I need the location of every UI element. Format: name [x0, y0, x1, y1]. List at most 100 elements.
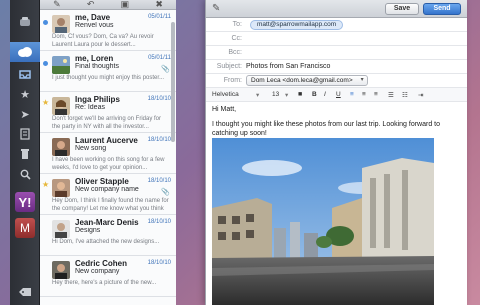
chevron-down-icon: ▾	[360, 77, 364, 83]
avatar	[52, 15, 70, 33]
account-cloud-icon[interactable]	[10, 42, 40, 62]
yahoo-account-icon[interactable]: Y!	[15, 192, 35, 212]
align-right-icon[interactable]: ≡	[374, 91, 378, 98]
to-row: To: matt@sparrowmailapp.com	[206, 18, 467, 32]
message-preview: Hi Dom, I've attached the new designs...	[52, 239, 160, 245]
drafts-icon[interactable]	[10, 124, 40, 144]
font-select[interactable]: Helvetica	[212, 91, 239, 98]
numbered-list-icon[interactable]: ☷	[402, 91, 408, 99]
starred-icon[interactable]: ★	[10, 84, 40, 104]
sender-name: Oliver Stapple	[75, 177, 129, 186]
compose-toolbar: ✎ Save Send	[206, 0, 467, 18]
mail-account-icon[interactable]: M	[15, 218, 35, 238]
subject-field[interactable]: Photos from San Francisco	[246, 63, 330, 70]
search-icon[interactable]	[10, 164, 40, 184]
message-subject: New song	[75, 145, 107, 152]
message-body[interactable]: Hi Matt, I thought you might like these …	[206, 99, 468, 305]
attached-photo	[212, 138, 434, 305]
recipient-token[interactable]: matt@sparrowmailapp.com	[250, 20, 344, 30]
message-preview: Dom, Cf vous? Dom, Ca va? Au revoir Laur…	[52, 34, 154, 48]
list-toolbar: ✎ ↶ ▣ ✖	[40, 0, 176, 10]
mail-list-window: ★ ➤ Y! M ✎ ↶ ▣ ✖ me, Dave 05/01/11 Renve…	[10, 0, 176, 305]
compose-new-icon[interactable]: ✎	[53, 0, 61, 10]
indent-icon[interactable]: ⇥	[418, 91, 423, 99]
cc-label: Cc:	[231, 35, 243, 42]
from-label: From:	[223, 77, 242, 84]
chevron-down-icon: ▾	[256, 92, 260, 99]
message-subject: Re: Ideas	[75, 104, 105, 111]
list-scrollbar[interactable]	[171, 22, 175, 142]
attach-paperclip-icon[interactable]: ✎	[212, 3, 220, 14]
bullet-list-icon[interactable]: ☰	[388, 91, 394, 99]
message-subject: Designs	[75, 227, 101, 234]
font-size-select[interactable]: 13	[272, 91, 279, 98]
from-row: From: Dom Leca <dom.leca@gmail.com> ▾	[206, 74, 467, 88]
message-date: 18/10/10	[147, 178, 171, 184]
save-button[interactable]: Save	[385, 3, 419, 15]
message-subject: New company name	[75, 186, 139, 193]
greeting-text: Hi Matt,	[212, 106, 237, 113]
sender-name: me, Dave	[75, 13, 111, 22]
message-preview: Hey Dom, I think I finally found the nam…	[52, 198, 169, 212]
avatar	[52, 261, 70, 279]
avatar	[52, 179, 70, 197]
message-date: 18/10/10	[147, 260, 171, 266]
message-preview: Don't forget we'll be arriving on Friday…	[52, 116, 162, 130]
message-list: me, Dave 05/01/11 Renvel vous Dom, Cf vo…	[40, 10, 176, 305]
align-center-icon[interactable]: ≡	[362, 91, 366, 98]
archive-icon[interactable]: ▣	[121, 0, 130, 10]
star-icon[interactable]: ★	[42, 98, 49, 107]
body-text: I thought you might like these photos fr…	[212, 121, 441, 137]
message-subject: Renvel vous	[75, 22, 114, 29]
list-item[interactable]: Jean-Marc Denis 18/10/10 Designs Hi Dom,…	[40, 215, 176, 256]
list-item[interactable]: ★ Inga Philips 18/10/10 Re: Ideas Don't …	[40, 92, 176, 133]
account-sidebar: ★ ➤ Y! M	[10, 0, 40, 305]
to-label: To:	[232, 21, 242, 28]
message-date: 05/01/11	[148, 14, 171, 20]
avatar	[52, 138, 70, 156]
list-item[interactable]: Cedric Cohen 18/10/10 New company Hey th…	[40, 256, 176, 297]
attachment-icon: 📎	[161, 66, 170, 73]
compose-icon[interactable]	[10, 12, 40, 32]
sender-name: Inga Philips	[75, 95, 120, 104]
message-preview: I just thought you might enjoy this post…	[52, 75, 165, 81]
align-left-icon[interactable]: ≡	[350, 91, 354, 98]
trash-icon[interactable]	[10, 144, 40, 164]
from-select[interactable]: Dom Leca <dom.leca@gmail.com> ▾	[246, 75, 368, 86]
underline-icon[interactable]: U	[336, 91, 341, 98]
sender-name: me, Loren	[75, 54, 114, 63]
delete-icon[interactable]: ✖	[155, 0, 163, 10]
list-item[interactable]: me, Dave 05/01/11 Renvel vous Dom, Cf vo…	[40, 10, 176, 51]
bcc-row[interactable]: Bcc:	[206, 46, 467, 60]
reply-icon[interactable]: ↶	[87, 0, 95, 10]
send-button[interactable]: Send	[423, 3, 461, 15]
message-date: 05/01/11	[148, 55, 171, 61]
message-date: 18/10/10	[147, 219, 171, 225]
avatar	[52, 220, 70, 238]
message-preview: Hey there, here's a picture of the new..…	[52, 280, 157, 286]
unread-indicator	[43, 20, 48, 25]
chevron-down-icon: ▾	[285, 92, 289, 99]
cc-row[interactable]: Cc:	[206, 32, 467, 46]
inbox-icon[interactable]	[10, 64, 40, 84]
bcc-label: Bcc:	[228, 49, 242, 56]
sent-icon[interactable]: ➤	[10, 104, 40, 124]
avatar	[52, 56, 70, 74]
list-item[interactable]: Laurent Aucerve 18/10/10 New song I have…	[40, 133, 176, 174]
message-preview: I have been working on this song for a f…	[52, 157, 165, 171]
star-icon[interactable]: ★	[42, 180, 49, 189]
text-color-icon[interactable]: ■	[298, 91, 302, 98]
avatar	[52, 97, 70, 115]
message-subject: New company	[75, 268, 120, 275]
subject-row[interactable]: Subject: Photos from San Francisco	[206, 60, 467, 74]
sender-name: Laurent Aucerve	[75, 136, 138, 145]
list-item[interactable]: me, Loren 05/01/11 Final thoughts 📎 I ju…	[40, 51, 176, 92]
bold-icon[interactable]: B	[312, 91, 317, 98]
message-subject: Final thoughts	[75, 63, 119, 70]
list-item[interactable]: ★ Oliver Stapple 18/10/10 New company na…	[40, 174, 176, 215]
from-value: Dom Leca <dom.leca@gmail.com>	[251, 77, 353, 84]
settings-tag-icon[interactable]	[10, 282, 40, 302]
subject-label: Subject:	[216, 63, 242, 70]
italic-icon[interactable]: I	[324, 91, 326, 98]
unread-indicator	[43, 61, 48, 66]
